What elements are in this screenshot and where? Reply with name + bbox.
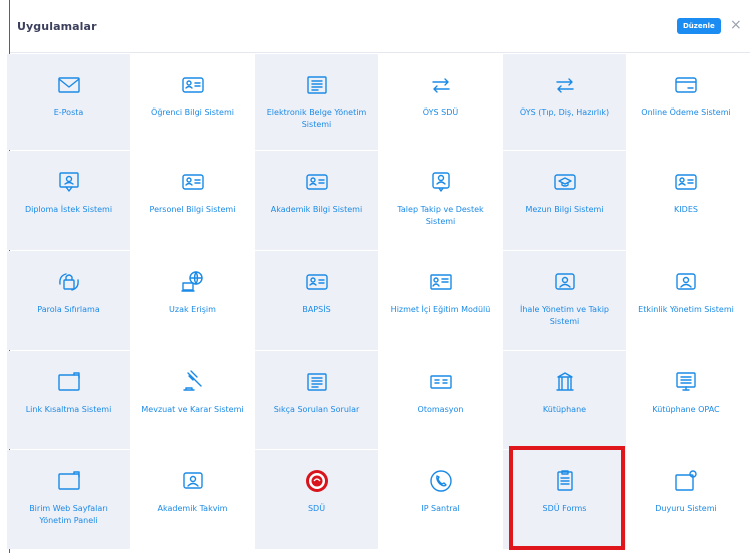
id-card-icon <box>671 167 701 197</box>
app-tile[interactable]: SDÜ <box>255 450 378 549</box>
app-tile-label: IP Santral <box>421 504 460 513</box>
app-tile[interactable]: Kütüphane <box>503 351 626 449</box>
sdu-logo-icon <box>302 466 332 496</box>
app-tile-label: Akademik Bilgi Sistemi <box>270 205 363 214</box>
id-card-icon <box>178 167 208 197</box>
panel-header: Uygulamalar <box>10 0 750 53</box>
app-tile-label: Online Ödeme Sistemi <box>641 108 731 117</box>
app-tile[interactable]: Online Ödeme Sistemi <box>627 54 745 150</box>
app-tile[interactable]: Personel Bilgi Sistemi <box>131 151 254 250</box>
training-icon <box>426 267 456 297</box>
lock-reset-icon <box>54 267 84 297</box>
remote-globe-icon <box>178 267 208 297</box>
app-tile-label: Kütüphane OPAC <box>652 405 720 414</box>
app-tile[interactable]: Akademik Bilgi Sistemi <box>255 151 378 250</box>
notification-icon <box>671 466 701 496</box>
app-tile[interactable]: Etkinlik Yönetim Sistemi <box>627 251 745 350</box>
app-tile-label: Duyuru Sistemi <box>655 504 717 513</box>
app-tile-label: Parola Sıfırlama <box>37 305 100 314</box>
certificate-icon <box>54 167 84 197</box>
app-tile[interactable]: Sıkça Sorulan Sorular <box>255 351 378 449</box>
app-tile-label: Etkinlik Yönetim Sistemi <box>638 305 734 314</box>
app-tile-label: ÖYS (Tıp, Diş, Hazırlık) <box>519 108 610 117</box>
support-icon <box>426 167 456 197</box>
app-grid: E-Posta Öğrenci Bilgi Sistemi Elektronik B… <box>7 54 745 549</box>
app-tile-label: Diploma İstek Sistemi <box>24 205 113 214</box>
app-tile[interactable]: Elektronik Belge Yönetim Sistemi <box>255 54 378 150</box>
app-tile-label: İhale Yönetim ve Takip Sistemi <box>519 305 610 326</box>
library-screen-icon <box>671 367 701 397</box>
app-tile[interactable]: KIDES <box>627 151 745 250</box>
document-icon <box>302 70 332 100</box>
credit-card-icon <box>671 70 701 100</box>
app-tile[interactable]: Mevzuat ve Karar Sistemi <box>131 351 254 449</box>
app-tile[interactable]: Mezun Bilgi Sistemi <box>503 151 626 250</box>
app-tile[interactable]: ÖYS SDÜ <box>379 54 502 150</box>
app-tile-label: KIDES <box>674 205 698 214</box>
document-icon <box>302 367 332 397</box>
panel-icon <box>426 367 456 397</box>
app-tile-label: Mevzuat ve Karar Sistemi <box>141 405 244 414</box>
app-tile[interactable]: Duyuru Sistemi <box>627 450 745 549</box>
phone-icon <box>426 466 456 496</box>
window-icon <box>54 367 84 397</box>
app-tile-label: Otomasyon <box>417 405 464 414</box>
gavel-icon <box>178 367 208 397</box>
app-tile-label: SDÜ Forms <box>542 504 587 513</box>
app-tile-label: Link Kısaltma Sistemi <box>25 405 112 414</box>
envelope-icon <box>54 70 84 100</box>
window-icon <box>54 466 84 496</box>
id-card-icon <box>302 167 332 197</box>
id-card-icon <box>178 70 208 100</box>
app-tile[interactable]: SDÜ Forms <box>503 450 626 549</box>
app-tile-label: E-Posta <box>53 108 84 117</box>
app-tile-label: Akademik Takvim <box>157 504 228 513</box>
id-card-icon <box>302 267 332 297</box>
clipboard-icon <box>550 466 580 496</box>
app-tile[interactable]: E-Posta <box>7 54 130 150</box>
app-tile[interactable]: Parola Sıfırlama <box>7 251 130 350</box>
close-icon[interactable]: × <box>730 17 742 33</box>
app-tile[interactable]: Akademik Takvim <box>131 450 254 549</box>
app-tile[interactable]: BAPSİS <box>255 251 378 350</box>
app-tile-label: Kütüphane <box>542 405 587 414</box>
exchange-arrows-icon <box>550 70 580 100</box>
person-card-icon <box>550 267 580 297</box>
app-tile[interactable]: IP Santral <box>379 450 502 549</box>
app-tile-label: Hizmet İçi Eğitim Modülü <box>390 305 491 314</box>
app-tile[interactable]: ÖYS (Tıp, Diş, Hazırlık) <box>503 54 626 150</box>
app-tile-label: Talep Takip ve Destek Sistemi <box>397 205 484 226</box>
app-tile[interactable]: Talep Takip ve Destek Sistemi <box>379 151 502 250</box>
app-tile-label: Sıkça Sorulan Sorular <box>273 405 360 414</box>
app-tile-label: Öğrenci Bilgi Sistemi <box>151 108 234 117</box>
app-tile-label: SDÜ <box>307 504 326 513</box>
app-tile[interactable]: Birim Web Sayfaları Yönetim Paneli <box>7 450 130 549</box>
app-tile[interactable]: Hizmet İçi Eğitim Modülü <box>379 251 502 350</box>
app-tile[interactable]: Link Kısaltma Sistemi <box>7 351 130 449</box>
app-tile-label: Elektronik Belge Yönetim Sistemi <box>266 108 367 129</box>
app-tile[interactable]: Otomasyon <box>379 351 502 449</box>
app-tile[interactable]: Kütüphane OPAC <box>627 351 745 449</box>
panel-title: Uygulamalar <box>17 19 97 33</box>
app-tile-label: BAPSİS <box>302 305 331 314</box>
app-tile[interactable]: Uzak Erişim <box>131 251 254 350</box>
app-tile-label: Uzak Erişim <box>169 305 216 314</box>
app-tile-label: Personel Bilgi Sistemi <box>149 205 236 214</box>
person-card-icon <box>178 466 208 496</box>
app-tile[interactable]: İhale Yönetim ve Takip Sistemi <box>503 251 626 350</box>
person-card-icon <box>671 267 701 297</box>
app-tile[interactable]: Öğrenci Bilgi Sistemi <box>131 54 254 150</box>
exchange-arrows-icon <box>426 70 456 100</box>
app-tile-label: Mezun Bilgi Sistemi <box>525 205 604 214</box>
graduation-cap-icon <box>550 167 580 197</box>
library-icon <box>550 367 580 397</box>
app-tile-label: ÖYS SDÜ <box>422 108 459 117</box>
app-tile[interactable]: Diploma İstek Sistemi <box>7 151 130 250</box>
edit-button[interactable]: Düzenle <box>677 18 721 34</box>
app-tile-label: Birim Web Sayfaları Yönetim Paneli <box>29 504 108 525</box>
